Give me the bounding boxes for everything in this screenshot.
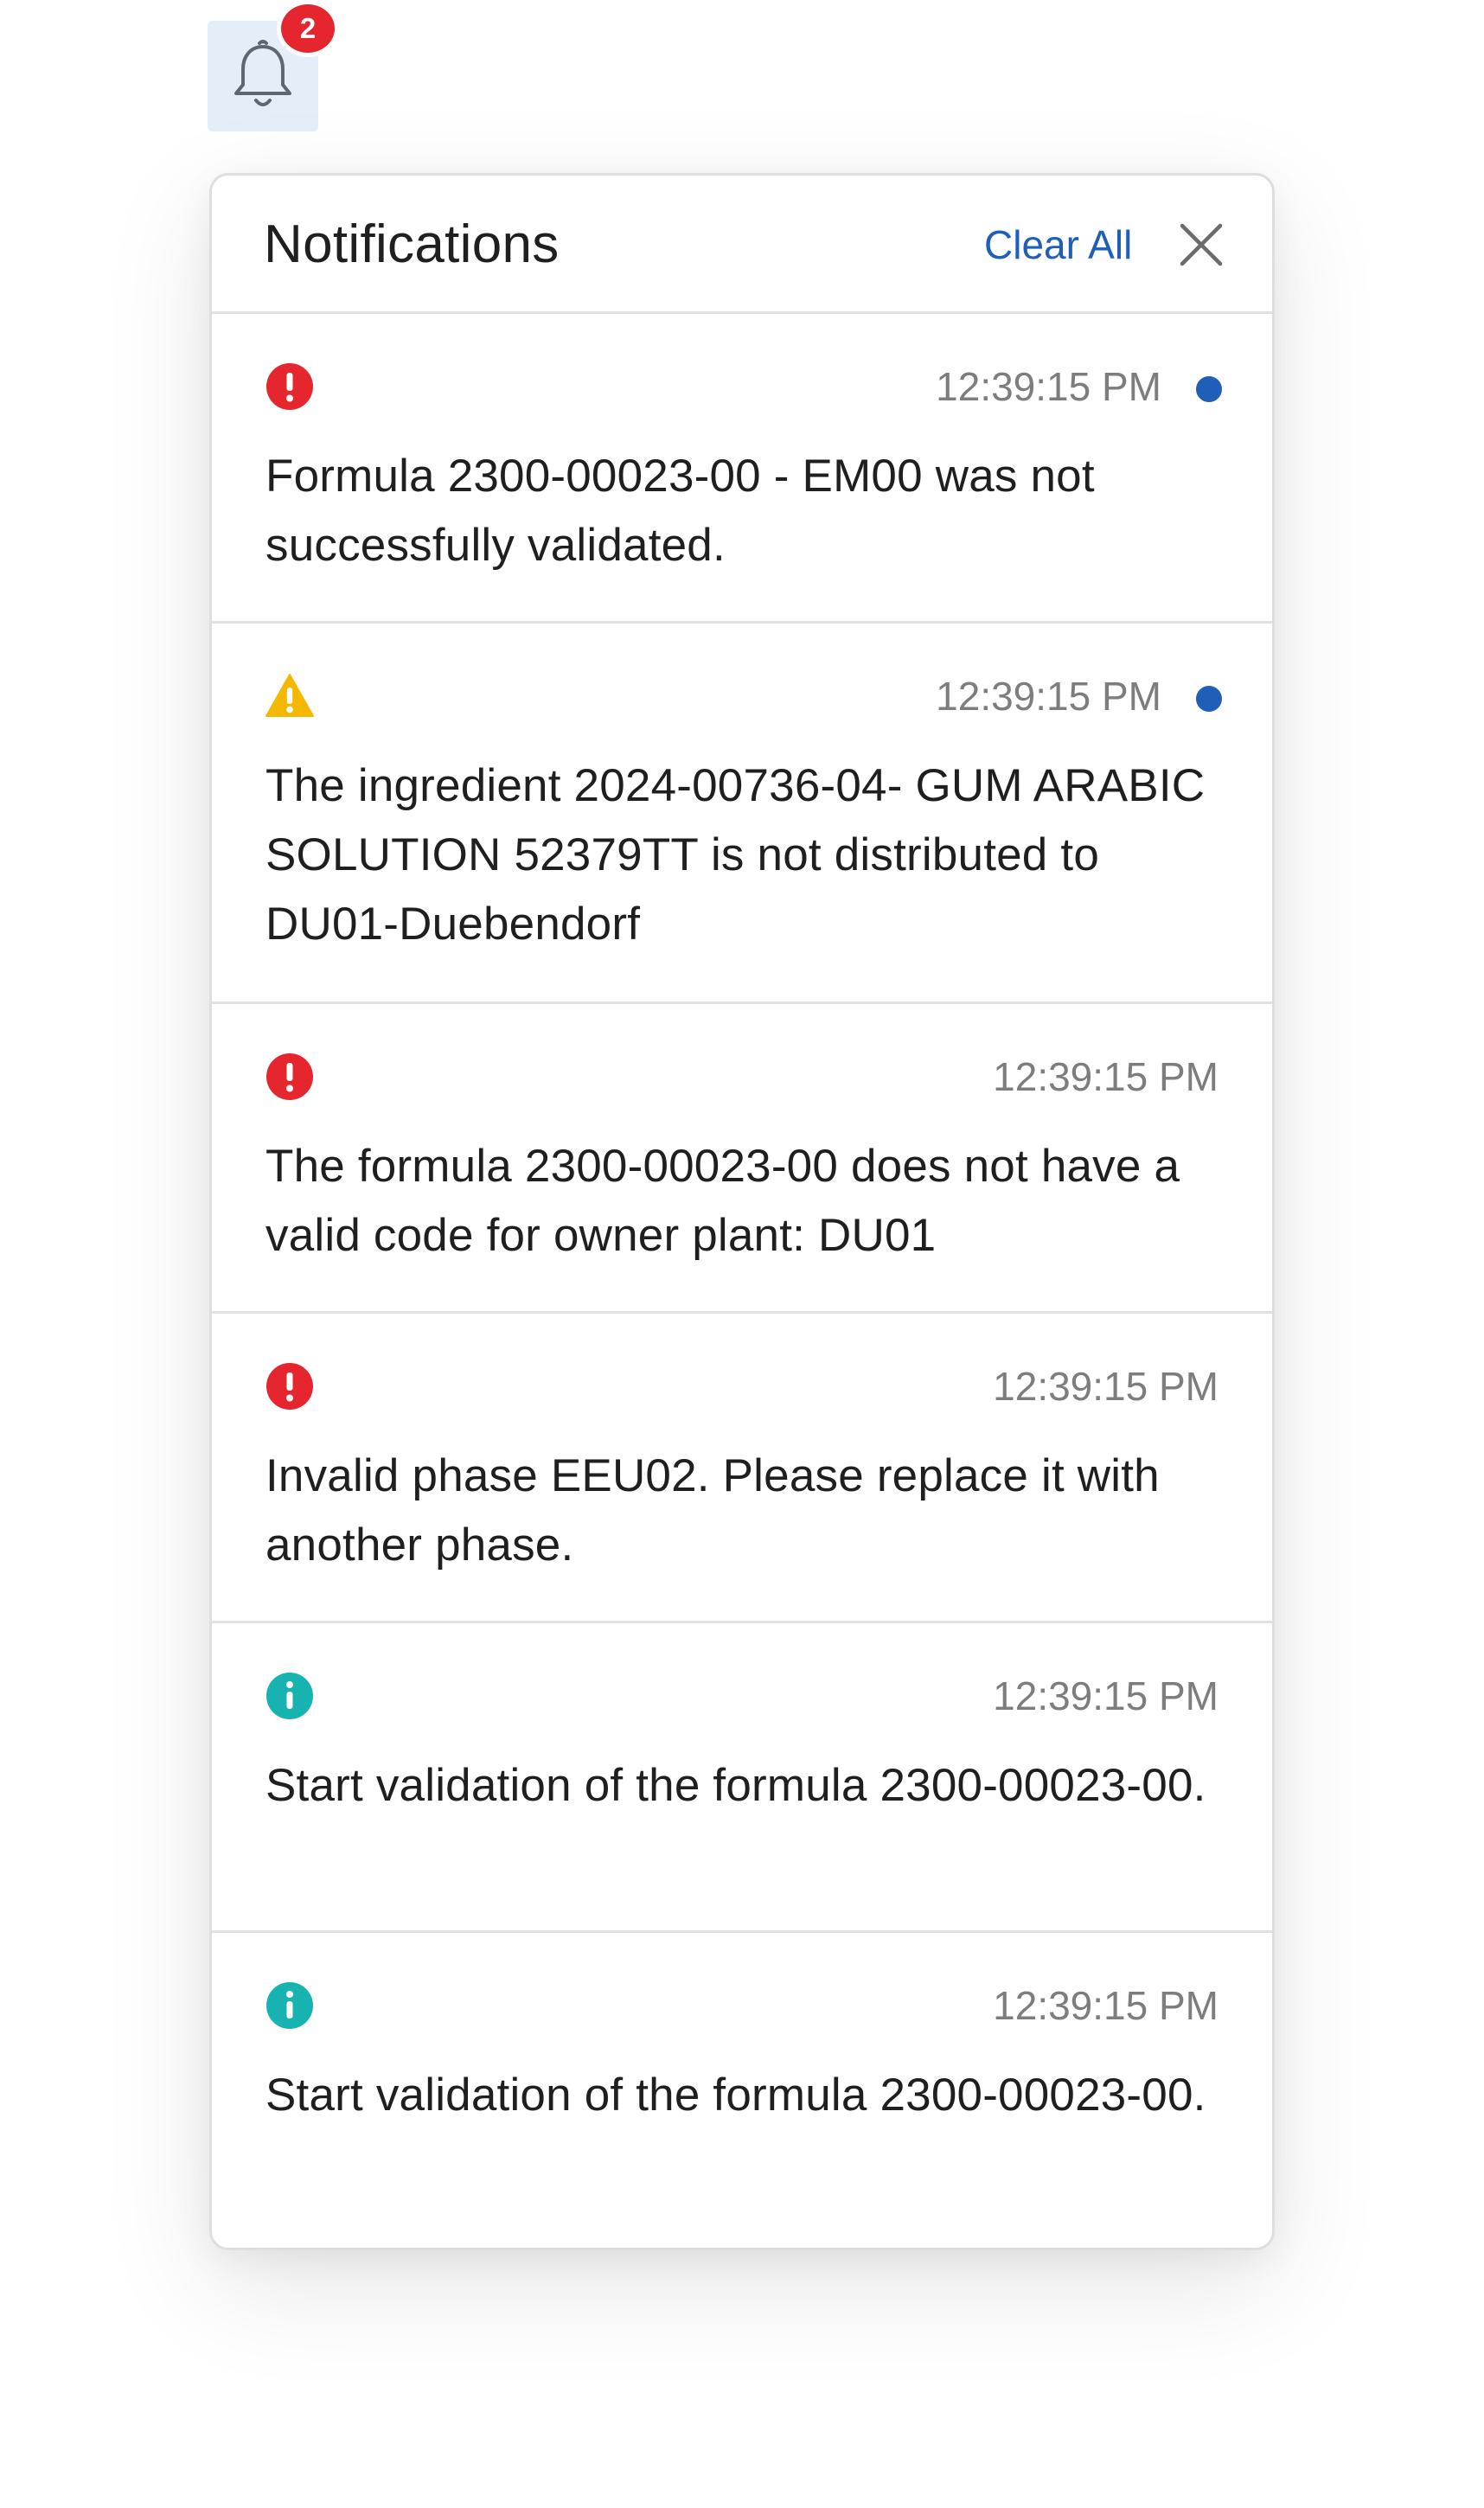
panel-title: Notifications (264, 214, 560, 274)
notification-time: 12:39:15 PM (993, 1983, 1219, 2028)
notification-message: Invalid phase EEU02. Please replace it w… (265, 1450, 1160, 1571)
notification-message: Start validation of the formula 2300-000… (265, 2070, 1206, 2121)
notification-widget: 2 Notifications Clear All 12:39:15 PM For… (0, 0, 1484, 2508)
notification-item[interactable]: 12:39:15 PM Formula 2300-00023-00 - EM00 … (212, 314, 1272, 624)
bell-icon (234, 40, 291, 106)
notification-list: 12:39:15 PM Formula 2300-00023-00 - EM00 … (212, 314, 1272, 2242)
unread-indicator-dot (1196, 376, 1222, 402)
notification-item[interactable]: 12:39:15 PM Invalid phase EEU02. Please r… (212, 1314, 1272, 1623)
notification-message: The ingredient 2024-00736-04- GUM ARABIC… (265, 760, 1206, 950)
notification-item[interactable]: 12:39:15 PM Start validation of the formu… (212, 1623, 1272, 1933)
notification-item[interactable]: 12:39:15 PM The ingredient 2024-00736-04-… (212, 624, 1272, 1004)
notification-time: 12:39:15 PM (936, 674, 1161, 719)
notification-time: 12:39:15 PM (936, 364, 1161, 409)
notification-time: 12:39:15 PM (993, 1364, 1219, 1409)
close-button[interactable] (1175, 219, 1227, 271)
notifications-panel: Notifications Clear All 12:39:15 PM Formu… (209, 173, 1275, 2250)
notification-message: Start validation of the formula 2300-000… (265, 1760, 1206, 1811)
notification-item[interactable]: 12:39:15 PM The formula 2300-00023-00 doe… (212, 1004, 1272, 1314)
close-icon (1180, 223, 1223, 266)
error-icon (265, 1052, 314, 1101)
notification-message: The formula 2300-00023-00 does not have … (265, 1141, 1180, 1261)
notification-time: 12:39:15 PM (993, 1673, 1219, 1718)
error-icon (265, 1362, 314, 1411)
notification-message: Formula 2300-00023-00 - EM00 was not suc… (265, 451, 1095, 571)
unread-indicator-dot (1196, 686, 1222, 712)
notification-count-badge: 2 (277, 0, 339, 57)
panel-header: Notifications Clear All (212, 176, 1272, 314)
info-icon (265, 1981, 314, 2030)
notification-item[interactable]: 12:39:15 PM Start validation of the formu… (212, 1933, 1272, 2242)
info-icon (265, 1672, 314, 1720)
warning-icon (265, 672, 314, 720)
error-icon (265, 362, 314, 411)
notification-time: 12:39:15 PM (993, 1054, 1219, 1099)
clear-all-button[interactable]: Clear All (984, 217, 1132, 272)
